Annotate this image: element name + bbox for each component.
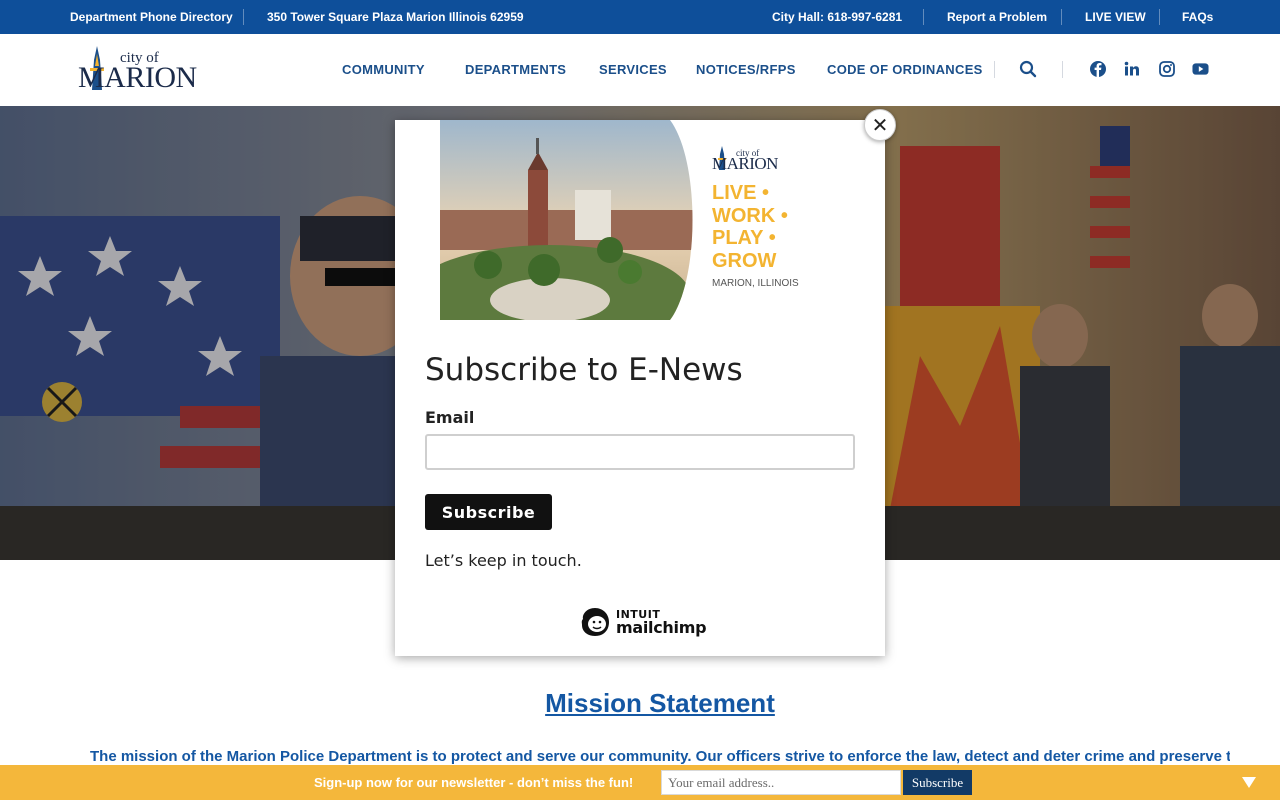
- top-bar-divider: [923, 9, 924, 25]
- mission-statement-heading[interactable]: Mission Statement: [0, 688, 1280, 719]
- top-bar: Department Phone Directory 350 Tower Squ…: [0, 0, 1280, 34]
- phone-directory-link[interactable]: Department Phone Directory: [70, 10, 233, 24]
- linkedin-icon[interactable]: [1123, 60, 1141, 78]
- tagline-grow: GROW: [712, 250, 777, 273]
- youtube-icon[interactable]: [1192, 60, 1209, 78]
- faqs-link[interactable]: FAQs: [1182, 10, 1213, 24]
- city-hall-phone[interactable]: City Hall: 618-997-6281: [772, 10, 902, 24]
- top-bar-divider: [1061, 9, 1062, 25]
- report-problem-link[interactable]: Report a Problem: [947, 10, 1047, 24]
- facebook-icon[interactable]: [1089, 60, 1107, 78]
- nav-services[interactable]: SERVICES: [599, 62, 667, 77]
- live-view-link[interactable]: LIVE VIEW: [1085, 10, 1146, 24]
- header-divider: [1062, 61, 1063, 78]
- city-logo[interactable]: city of MARION: [78, 46, 197, 94]
- subscribe-modal: city of MARION LIVE • WORK • PLAY • GROW…: [395, 120, 885, 656]
- nav-notices-rfps[interactable]: NOTICES/RFPS: [696, 62, 796, 77]
- banner-location: MARION, ILLINOIS: [712, 278, 799, 289]
- tagline-play: PLAY •: [712, 227, 776, 250]
- subscribe-button[interactable]: Subscribe: [425, 494, 552, 530]
- close-icon[interactable]: ✕: [864, 109, 896, 141]
- instagram-icon[interactable]: [1158, 60, 1176, 78]
- nav-code-of-ordinances[interactable]: CODE OF ORDINANCES: [827, 62, 983, 77]
- tagline-live: LIVE •: [712, 182, 770, 204]
- collapse-caret-icon[interactable]: [1242, 777, 1256, 788]
- tagline-work: WORK •: [712, 204, 788, 227]
- mailchimp-name-text: mailchimp: [616, 618, 707, 637]
- banner-logo-marion: MARION: [712, 154, 778, 173]
- newsletter-subscribe-button[interactable]: Subscribe: [903, 770, 972, 795]
- keep-in-touch-text: Let’s keep in touch.: [425, 551, 582, 570]
- email-field[interactable]: [425, 434, 855, 470]
- nav-community[interactable]: COMMUNITY: [342, 62, 425, 77]
- nav-departments[interactable]: DEPARTMENTS: [465, 62, 566, 77]
- top-bar-divider: [243, 9, 244, 25]
- mission-statement-text: The mission of the Marion Police Departm…: [90, 748, 1230, 765]
- modal-title: Subscribe to E-News: [425, 352, 743, 388]
- top-bar-divider: [1159, 9, 1160, 25]
- newsletter-message: Sign-up now for our newsletter - don’t m…: [314, 775, 634, 790]
- mailchimp-icon: [581, 608, 609, 636]
- site-header: city of MARION COMMUNITY DEPARTMENTS SER…: [0, 34, 1280, 106]
- newsletter-bar: Sign-up now for our newsletter - don’t m…: [0, 765, 1280, 800]
- banner-tagline: LIVE • WORK • PLAY • GROW: [712, 182, 788, 273]
- address-text: 350 Tower Square Plaza Marion Illinois 6…: [267, 10, 524, 24]
- logo-marion: MARION: [78, 61, 197, 94]
- email-label: Email: [425, 408, 475, 427]
- search-icon[interactable]: [1019, 60, 1037, 78]
- live-work-play-banner: city of MARION LIVE • WORK • PLAY • GROW…: [440, 120, 840, 320]
- newsletter-email-input[interactable]: [661, 770, 901, 795]
- header-divider: [994, 61, 995, 78]
- mailchimp-logo[interactable]: INTUIT mailchimp: [578, 604, 708, 640]
